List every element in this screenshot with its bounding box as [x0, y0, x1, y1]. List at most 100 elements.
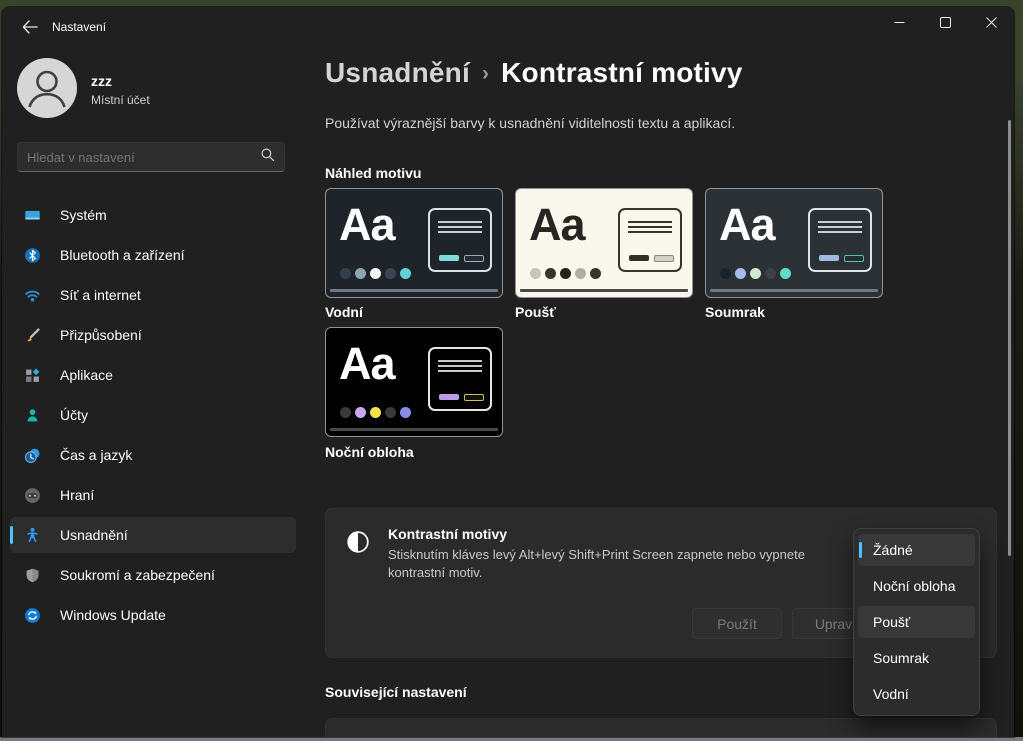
theme-sample-text: Aa: [339, 199, 396, 250]
sidebar-item-label: Přizpůsobení: [60, 327, 142, 343]
bluetooth-icon: [24, 247, 41, 264]
dot: [370, 407, 381, 418]
theme-color-dots: [720, 268, 791, 279]
shield-icon: [24, 567, 41, 584]
sidebar-item-gaming[interactable]: Hraní: [10, 477, 296, 513]
desktop-taskbar-edge: [0, 737, 1023, 741]
back-arrow-icon: [22, 19, 38, 39]
sidebar-item-personalization[interactable]: Přizpůsobení: [10, 317, 296, 353]
theme-card-vodni[interactable]: Aa: [325, 188, 503, 298]
sidebar-item-label: Účty: [60, 407, 88, 423]
theme-card-soumrak[interactable]: Aa: [705, 188, 883, 298]
dot: [765, 268, 776, 279]
sidebar-item-time-language[interactable]: Čas a jazyk: [10, 437, 296, 473]
sidebar-item-label: Windows Update: [60, 607, 166, 623]
close-button[interactable]: [968, 7, 1014, 40]
setting-title: Kontrastní motivy: [388, 526, 508, 542]
mini-button-outline: [464, 255, 484, 262]
clock-globe-icon: [24, 447, 41, 464]
dot: [575, 268, 586, 279]
sidebar-item-bluetooth[interactable]: Bluetooth a zařízení: [10, 237, 296, 273]
dot: [340, 407, 351, 418]
dot: [530, 268, 541, 279]
dot: [355, 407, 366, 418]
sidebar-item-label: Hraní: [60, 487, 95, 503]
brush-icon: [24, 327, 41, 344]
dropdown-item-label: Poušť: [873, 614, 911, 630]
related-settings-card[interactable]: [325, 718, 997, 737]
window-controls: [876, 7, 1014, 40]
gamepad-icon: [24, 487, 41, 504]
breadcrumb-separator-icon: ›: [481, 62, 490, 85]
theme-card-poust[interactable]: Aa: [515, 188, 693, 298]
system-icon: [24, 207, 41, 224]
user-account-type: Místní účet: [91, 93, 150, 107]
dot: [370, 268, 381, 279]
contrast-theme-dropdown: Žádné Noční obloha Poušť Soumrak Vodní: [853, 528, 980, 716]
dropdown-item-soumrak[interactable]: Soumrak: [858, 642, 975, 674]
apps-icon: [24, 367, 41, 384]
mini-window-preview: [808, 208, 872, 272]
dropdown-item-label: Noční obloha: [873, 578, 956, 594]
dropdown-item-poust[interactable]: Poušť: [858, 606, 975, 638]
mini-button-outline: [654, 255, 674, 262]
search-icon: [260, 147, 275, 167]
mini-button-filled: [439, 394, 459, 400]
mini-window-preview: [428, 347, 492, 411]
dropdown-item-zadne[interactable]: Žádné: [858, 534, 975, 566]
dropdown-item-label: Žádné: [873, 542, 913, 558]
sidebar-item-apps[interactable]: Aplikace: [10, 357, 296, 393]
dot: [340, 268, 351, 279]
sidebar-item-windows-update[interactable]: Windows Update: [10, 597, 296, 633]
avatar: [17, 58, 77, 123]
dot: [545, 268, 556, 279]
search-input[interactable]: [27, 149, 260, 165]
mini-taskbar: [710, 289, 878, 292]
sidebar-item-system[interactable]: Systém: [10, 197, 296, 233]
sidebar-item-accessibility[interactable]: Usnadnění: [10, 517, 296, 553]
sidebar-item-label: Systém: [60, 207, 107, 223]
dot: [355, 268, 366, 279]
vertical-scrollbar[interactable]: [1008, 120, 1011, 556]
user-name: zzz: [91, 73, 112, 89]
sidebar-item-label: Soukromí a zabezpečení: [60, 567, 215, 583]
dot: [590, 268, 601, 279]
search-box[interactable]: [17, 142, 285, 172]
settings-window: Nastavení zzz Místní účet Hledat v nasta…: [2, 7, 1014, 737]
theme-label-soumrak: Soumrak: [705, 304, 765, 320]
theme-color-dots: [340, 407, 411, 418]
maximize-icon: [939, 15, 951, 33]
mini-button-outline: [844, 255, 864, 262]
apply-button[interactable]: Použít: [692, 608, 782, 639]
sidebar-item-label: Bluetooth a zařízení: [60, 247, 185, 263]
mini-window-preview: [428, 208, 492, 272]
wifi-icon: [24, 287, 41, 304]
theme-label-poust: Poušť: [515, 304, 556, 320]
breadcrumb-parent[interactable]: Usnadnění: [325, 57, 470, 88]
sidebar-item-label: Čas a jazyk: [60, 447, 133, 463]
sidebar-item-accounts[interactable]: Účty: [10, 397, 296, 433]
maximize-button[interactable]: [922, 7, 968, 40]
desktop: Nastavení zzz Místní účet Hledat v nasta…: [0, 0, 1023, 741]
sidebar-item-network[interactable]: Síť a internet: [10, 277, 296, 313]
dot: [735, 268, 746, 279]
minimize-button[interactable]: [876, 7, 922, 40]
theme-sample-text: Aa: [719, 199, 776, 250]
mini-button-filled: [439, 255, 459, 261]
theme-sample-text: Aa: [529, 199, 586, 250]
sidebar-item-privacy[interactable]: Soukromí a zabezpečení: [10, 557, 296, 593]
dropdown-item-label: Vodní: [873, 686, 909, 702]
back-button[interactable]: [15, 15, 45, 43]
contrast-icon: [346, 530, 370, 559]
sidebar-item-label: Síť a internet: [60, 287, 141, 303]
setting-description: Stisknutím kláves levý Alt+levý Shift+Pr…: [388, 547, 805, 580]
mini-taskbar: [330, 428, 498, 431]
related-settings-heading: Související nastavení: [325, 684, 467, 700]
theme-card-nocni-obloha[interactable]: Aa: [325, 327, 503, 437]
sidebar-item-label: Aplikace: [60, 367, 113, 383]
dropdown-item-nocni-obloha[interactable]: Noční obloha: [858, 570, 975, 602]
selected-indicator: [10, 526, 13, 544]
dropdown-item-vodni[interactable]: Vodní: [858, 678, 975, 710]
update-icon: [24, 607, 41, 624]
breadcrumb-current: Kontrastní motivy: [501, 57, 743, 88]
